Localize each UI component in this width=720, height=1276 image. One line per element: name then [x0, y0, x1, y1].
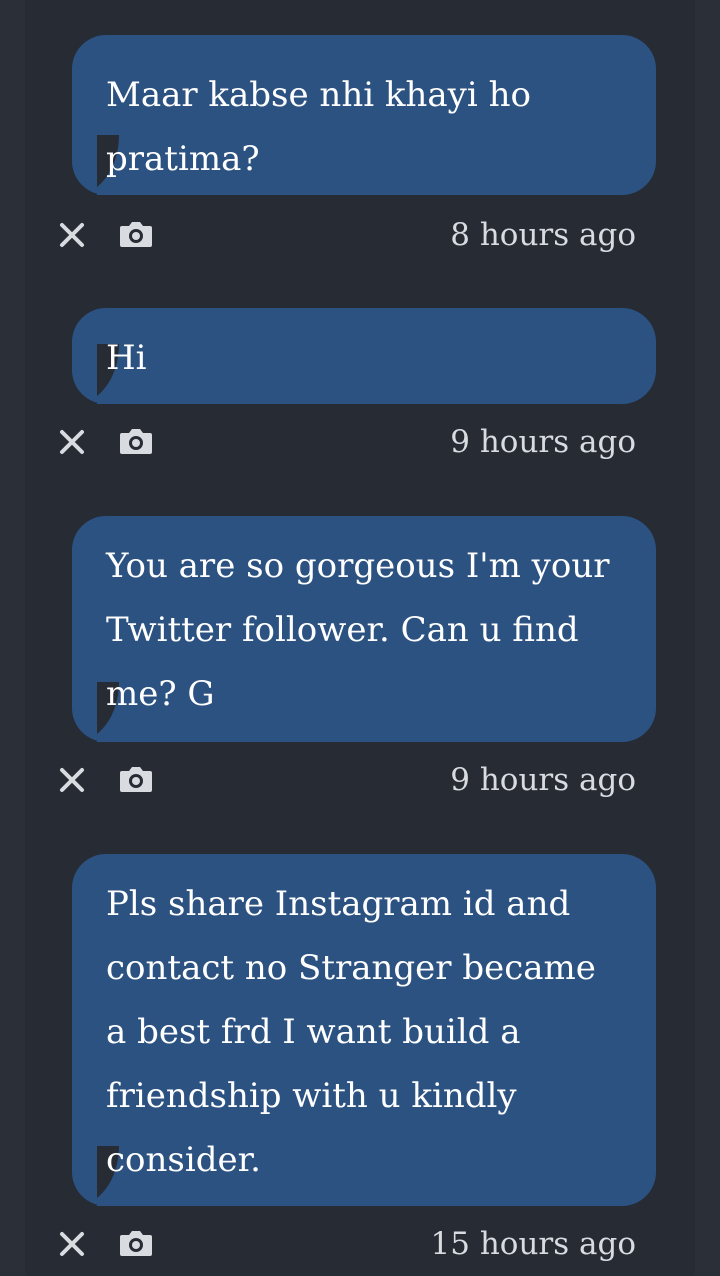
message-meta: 8 hours ago	[25, 215, 695, 259]
message-item: Pls share Instagram id and contact no St…	[25, 854, 695, 1276]
message-item: Maar kabse nhi khayi ho pratima? 8 hours…	[25, 35, 695, 255]
close-icon[interactable]	[58, 428, 86, 456]
message-timestamp: 9 hours ago	[450, 762, 636, 798]
message-timestamp: 9 hours ago	[450, 424, 636, 460]
message-bubble[interactable]: Maar kabse nhi khayi ho pratima?	[72, 35, 656, 195]
message-item: Hi 9 hours ago	[25, 308, 695, 460]
message-bubble[interactable]: Pls share Instagram id and contact no St…	[72, 854, 656, 1206]
message-item: You are so gorgeous I'm your Twitter fol…	[25, 516, 695, 806]
message-text: Maar kabse nhi khayi ho pratima?	[106, 75, 531, 179]
close-icon[interactable]	[58, 221, 86, 249]
close-icon[interactable]	[58, 1230, 86, 1258]
message-bubble[interactable]: Hi	[72, 308, 656, 404]
message-text: You are so gorgeous I'm your Twitter fol…	[106, 546, 610, 714]
message-meta: 15 hours ago	[25, 1224, 695, 1268]
camera-icon[interactable]	[119, 426, 153, 456]
message-timestamp: 8 hours ago	[450, 217, 636, 253]
message-bubble[interactable]: You are so gorgeous I'm your Twitter fol…	[72, 516, 656, 742]
camera-icon[interactable]	[119, 1228, 153, 1258]
message-text: Pls share Instagram id and contact no St…	[106, 884, 596, 1180]
message-meta: 9 hours ago	[25, 760, 695, 804]
message-list: Maar kabse nhi khayi ho pratima? 8 hours…	[25, 0, 695, 1276]
message-text: Hi	[106, 338, 147, 378]
message-timestamp: 15 hours ago	[430, 1226, 636, 1262]
camera-icon[interactable]	[119, 764, 153, 794]
close-icon[interactable]	[58, 766, 86, 794]
message-meta: 9 hours ago	[25, 422, 695, 466]
camera-icon[interactable]	[119, 219, 153, 249]
